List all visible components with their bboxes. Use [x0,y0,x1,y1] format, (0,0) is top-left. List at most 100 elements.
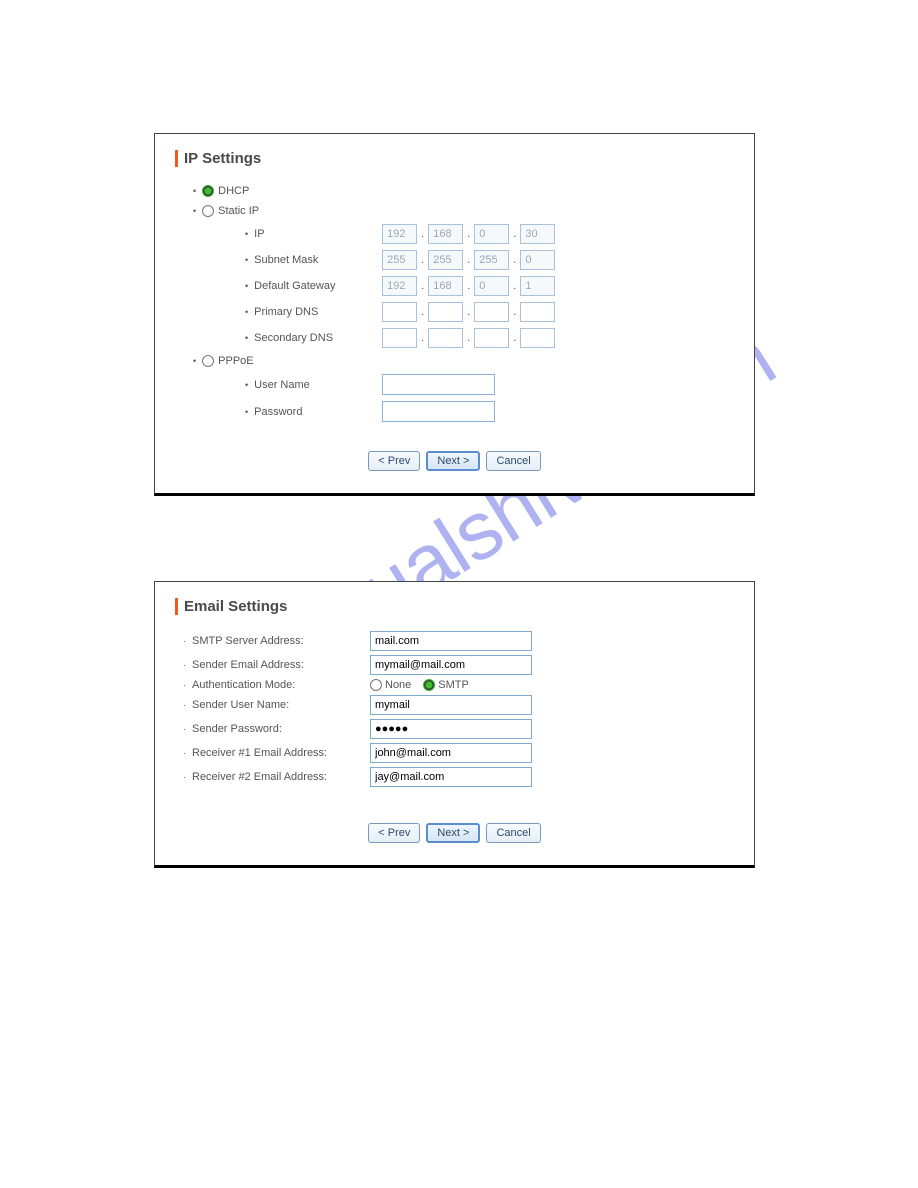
gateway-octet-4[interactable] [520,276,555,296]
gateway-octet-3[interactable] [474,276,509,296]
auth-none-radio[interactable] [370,679,382,691]
sender-pass-row: · Sender Password: [175,717,734,741]
ip-octet-4[interactable] [520,224,555,244]
receiver2-input[interactable] [370,767,532,787]
receiver2-row: · Receiver #2 Email Address: [175,765,734,789]
secondary-dns-octet-2[interactable] [428,328,463,348]
ip-option-dhcp[interactable]: • DHCP [175,181,734,201]
dot-separator: . [417,280,428,292]
prev-button[interactable]: < Prev [368,451,420,471]
bullet-icon: • [193,186,196,196]
gateway-octet-1[interactable] [382,276,417,296]
gateway-octet-2[interactable] [428,276,463,296]
gateway-label: Default Gateway [254,280,382,292]
bullet-icon: · [183,660,186,670]
ip-option-static[interactable]: • Static IP [175,201,734,221]
subnet-octet-1[interactable] [382,250,417,270]
dot-separator: . [417,228,428,240]
dot-separator: . [509,306,520,318]
pppoe-password-input[interactable] [382,401,495,422]
sender-pass-label: Sender Password: [192,723,370,735]
ip-octet-1[interactable] [382,224,417,244]
ip-button-row: < Prev Next > Cancel [175,451,734,471]
bullet-icon: · [183,700,186,710]
primary-dns-octet-4[interactable] [520,302,555,322]
sender-user-label: Sender User Name: [192,699,370,711]
dot-separator: . [509,228,520,240]
static-ip-label: Static IP [218,205,259,217]
subnet-octet-3[interactable] [474,250,509,270]
subnet-octet-2[interactable] [428,250,463,270]
ip-option-pppoe[interactable]: • PPPoE [175,351,734,371]
sender-pass-input[interactable] [370,719,532,739]
secondary-dns-label: Secondary DNS [254,332,382,344]
dot-separator: . [509,280,520,292]
email-button-row: < Prev Next > Cancel [175,823,734,843]
dot-separator: . [417,254,428,266]
dot-separator: . [463,332,474,344]
cancel-button[interactable]: Cancel [486,451,540,471]
ip-octet-2[interactable] [428,224,463,244]
dhcp-label: DHCP [218,185,249,197]
static-ip-radio[interactable] [202,205,214,217]
sender-user-row: · Sender User Name: [175,693,734,717]
pppoe-user-input[interactable] [382,374,495,395]
bullet-icon: • [245,281,248,291]
primary-dns-octet-1[interactable] [382,302,417,322]
primary-dns-octet-3[interactable] [474,302,509,322]
receiver2-label: Receiver #2 Email Address: [192,771,370,783]
bullet-icon: • [245,380,248,390]
dhcp-radio[interactable] [202,185,214,197]
pppoe-radio[interactable] [202,355,214,367]
email-settings-panel: Email Settings · SMTP Server Address: · … [154,581,755,868]
cancel-button[interactable]: Cancel [486,823,540,843]
sender-user-input[interactable] [370,695,532,715]
receiver1-label: Receiver #1 Email Address: [192,747,370,759]
email-settings-title: Email Settings [175,598,734,615]
bullet-icon: • [245,229,248,239]
auth-mode-label: Authentication Mode: [192,679,370,691]
auth-mode-row: · Authentication Mode: None SMTP [175,677,734,693]
dot-separator: . [463,228,474,240]
smtp-row: · SMTP Server Address: [175,629,734,653]
next-button[interactable]: Next > [426,451,480,471]
auth-smtp-radio[interactable] [423,679,435,691]
sender-email-label: Sender Email Address: [192,659,370,671]
bullet-icon: • [193,356,196,366]
ip-settings-title: IP Settings [175,150,734,167]
ip-octet-3[interactable] [474,224,509,244]
auth-none-label: None [385,679,411,691]
bullet-icon: · [183,636,186,646]
smtp-label: SMTP Server Address: [192,635,370,647]
secondary-dns-field-row: • Secondary DNS . . . [175,325,734,351]
sender-email-row: · Sender Email Address: [175,653,734,677]
pppoe-user-label: User Name [254,379,382,391]
receiver1-input[interactable] [370,743,532,763]
dot-separator: . [417,306,428,318]
secondary-dns-octet-3[interactable] [474,328,509,348]
pppoe-password-label: Password [254,406,382,418]
prev-button[interactable]: < Prev [368,823,420,843]
bullet-icon: • [245,307,248,317]
subnet-label: Subnet Mask [254,254,382,266]
subnet-octet-4[interactable] [520,250,555,270]
bullet-icon: · [183,772,186,782]
pppoe-label: PPPoE [218,355,253,367]
bullet-icon: · [183,748,186,758]
dot-separator: . [463,280,474,292]
sender-email-input[interactable] [370,655,532,675]
pppoe-password-row: • Password [175,398,734,425]
next-button[interactable]: Next > [426,823,480,843]
smtp-input[interactable] [370,631,532,651]
primary-dns-octet-2[interactable] [428,302,463,322]
secondary-dns-octet-4[interactable] [520,328,555,348]
dot-separator: . [463,306,474,318]
pppoe-user-row: • User Name [175,371,734,398]
bullet-icon: • [245,255,248,265]
bullet-icon: • [193,206,196,216]
ip-field-row: • IP . . . [175,221,734,247]
dot-separator: . [509,254,520,266]
dot-separator: . [417,332,428,344]
bullet-icon: • [245,407,248,417]
secondary-dns-octet-1[interactable] [382,328,417,348]
